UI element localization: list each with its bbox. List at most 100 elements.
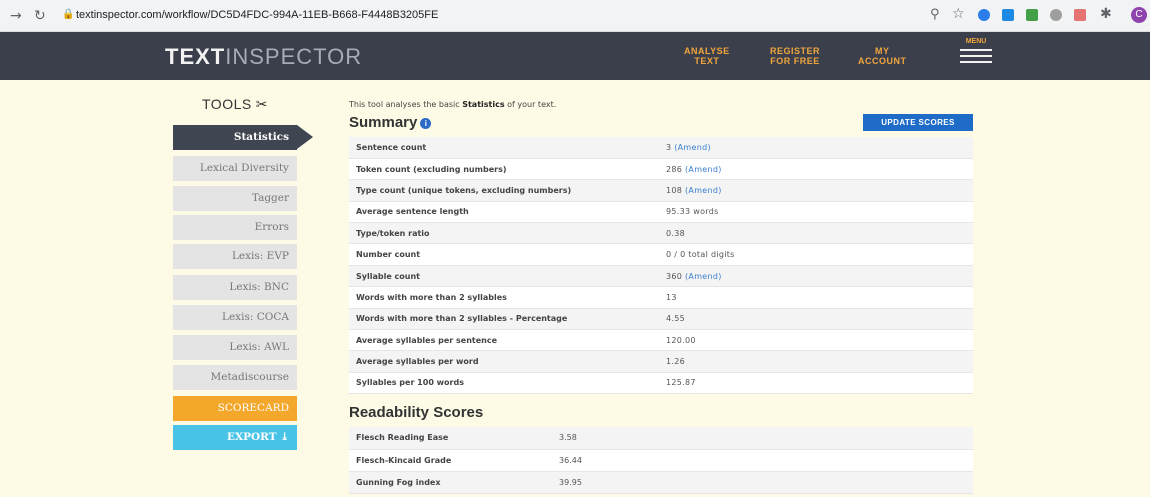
stat-value-cell: 4.55 [659,308,973,331]
sidebar-item-metadiscourse[interactable]: Metadiscourse [173,365,297,390]
stat-value-cell: 286 (Amend) [659,158,973,181]
address-bar[interactable]: textinspector.com/workflow/DC5D4FDC-994A… [76,9,438,21]
table-row: Syllable count 360 (Amend) [349,265,973,288]
logo-light: INSPECTOR [225,44,363,69]
stat-value: 360 [666,271,683,281]
hamburger-icon [960,61,992,63]
tools-icon: ✂ [255,96,268,112]
stat-value-cell: 125.87 [659,372,973,395]
statistics-table: Sentence count 3 (Amend) Token count (excl… [349,137,973,395]
table-row: Average syllables per sentence 120.00 [349,329,973,352]
table-row: Sentence count 3 (Amend) [349,137,973,159]
sidebar-item-lexis-bnc[interactable]: Lexis: BNC [173,275,297,300]
browser-toolbar: → ↻ 🔒 textinspector.com/workflow/DC5D4FD… [0,0,1150,32]
readability-value: 39.95 [552,471,973,494]
stat-value: 286 [666,164,683,174]
amend-link[interactable]: (Amend) [685,272,722,281]
intro-prefix: This tool analyses the basic [349,100,460,109]
amend-link[interactable]: (Amend) [685,186,722,195]
amend-link[interactable]: (Amend) [685,165,722,174]
puzzle-icon[interactable]: ✱ [1100,6,1112,22]
sidebar-item-lexical-diversity[interactable]: Lexical Diversity [173,156,297,181]
table-row: Type count (unique tokens, excluding num… [349,179,973,202]
export-label: EXPORT [226,431,277,443]
extension-icon[interactable] [1050,9,1062,21]
stat-value-cell: 120.00 [659,329,973,352]
stat-value-cell: 3 (Amend) [659,137,973,159]
star-icon[interactable]: ☆ [952,6,965,22]
lock-icon[interactable]: 🔒 [62,9,74,20]
zoom-icon[interactable]: ⚲ [930,7,940,22]
stat-value-cell: 360 (Amend) [659,265,973,288]
stat-value-cell: 13 [659,286,973,309]
readability-value: 36.44 [552,449,973,472]
stat-value: 95.33 words [666,207,719,217]
sidebar-item-lexis-evp[interactable]: Lexis: EVP [173,244,297,269]
nav-line: MY [875,46,890,56]
extension-icon[interactable] [1074,9,1086,21]
tools-title: TOOLS ✂ [202,96,268,113]
intro-bold: Statistics [462,100,505,109]
table-row: Token count (excluding numbers) 286 (Amen… [349,158,973,181]
arrow-right-icon[interactable]: → [10,8,22,24]
stat-label: Sentence count [349,137,659,159]
stat-value: 13 [666,292,677,302]
table-row: Average sentence length 95.33 words [349,201,973,224]
amend-link[interactable]: (Amend) [674,143,711,152]
extension-icon[interactable] [1002,9,1014,21]
intro-text: This tool analyses the basic Statistics … [349,100,556,109]
info-icon[interactable]: i [420,117,432,129]
table-row: Gunning Fog index 39.95 [349,471,973,494]
reload-icon[interactable]: ↻ [34,8,46,24]
table-row: Flesch-Kincaid Grade 36.44 [349,449,973,472]
extension-icon[interactable] [978,9,990,21]
readability-heading: Readability Scores [349,404,484,421]
stat-label: Words with more than 2 syllables - Perce… [349,308,659,331]
stat-value: 1.26 [666,357,686,367]
sidebar-item-statistics[interactable]: Statistics [173,125,313,150]
hamburger-icon [960,55,992,57]
table-row: Type/token ratio 0.38 [349,222,973,245]
tools-title-text: TOOLS [202,96,252,112]
nav-line: TEXT [694,56,720,66]
readability-label: Gunning Fog index [349,471,552,494]
stat-label: Average syllables per sentence [349,329,659,352]
download-icon: ⤓ [280,431,289,443]
readability-value: 3.58 [552,427,973,450]
profile-avatar[interactable]: C [1131,7,1147,23]
menu-label: MENU [965,38,987,45]
table-row: Number count 0 / 0 total digits [349,243,973,266]
table-row: Flesch Reading Ease 3.58 [349,427,973,450]
update-scores-button[interactable]: UPDATE SCORES [863,114,973,131]
table-row: Words with more than 2 syllables 13 [349,286,973,309]
stat-label: Number count [349,243,659,266]
stat-label: Words with more than 2 syllables [349,286,659,309]
nav-line: FOR FREE [770,56,820,66]
scorecard-button[interactable]: SCORECARD [173,396,297,421]
sidebar-item-lexis-coca[interactable]: Lexis: COCA [173,305,297,330]
sidebar-item-lexis-awl[interactable]: Lexis: AWL [173,335,297,360]
extension-icon[interactable] [1026,9,1038,21]
logo[interactable]: TEXTINSPECTOR [165,44,362,70]
sidebar-item-errors[interactable]: Errors [173,215,297,240]
stat-value: 4.55 [666,314,686,324]
stat-label: Syllables per 100 words [349,372,659,395]
readability-table: Flesch Reading Ease 3.58 Flesch-Kincaid Gr… [349,427,973,494]
logo-bold: TEXT [165,44,226,69]
stat-label: Type/token ratio [349,222,659,245]
nav-my-account[interactable]: MY ACCOUNT [858,46,907,66]
nav-register[interactable]: REGISTER FOR FREE [770,46,820,66]
table-row: Words with more than 2 syllables - Perce… [349,308,973,331]
sidebar-item-tagger[interactable]: Tagger [173,186,297,211]
summary-title: Summary [349,114,418,131]
site-header: TEXTINSPECTOR ANALYSE TEXT REGISTER FOR … [0,32,1150,80]
table-row: Average syllables per word 1.26 [349,350,973,373]
nav-analyse-text[interactable]: ANALYSE TEXT [684,46,730,66]
stat-value-cell: 0.38 [659,222,973,245]
stat-value-cell: 0 / 0 total digits [659,243,973,266]
stat-value: 125.87 [666,378,696,388]
export-button[interactable]: EXPORT ⤓ [173,425,297,450]
menu-button[interactable]: MENU [958,38,994,74]
stat-value: 108 [666,185,683,195]
stat-label: Average sentence length [349,201,659,224]
